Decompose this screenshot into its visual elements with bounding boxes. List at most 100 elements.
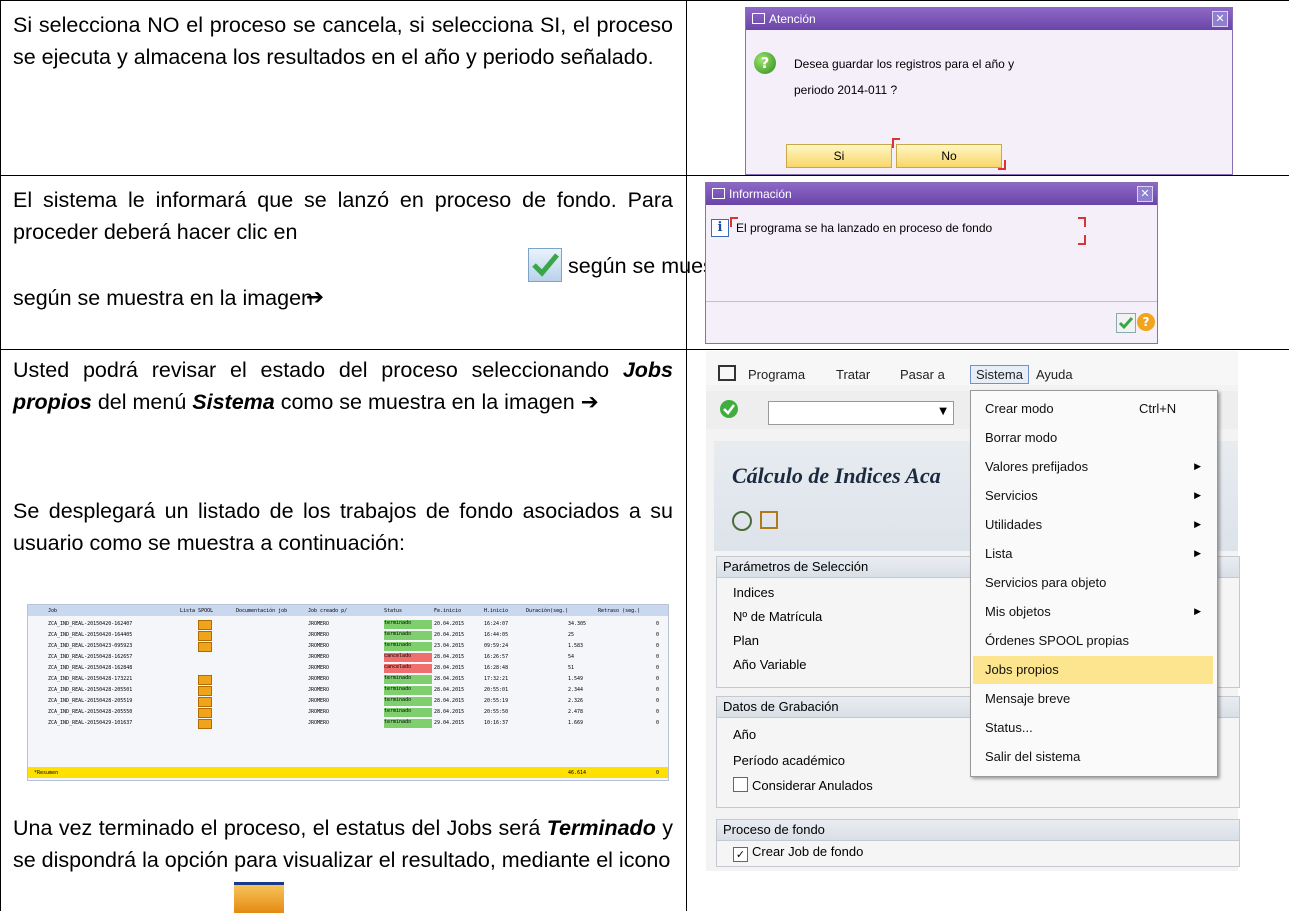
attention-title: Atención [769, 12, 816, 26]
menu-item[interactable]: Órdenes SPOOL propias [985, 633, 1129, 648]
cell-dur: 34.305 [568, 621, 587, 627]
cell-date: 28.04.2015 [434, 698, 465, 704]
spool-icon[interactable] [198, 631, 212, 641]
cell-time: 20:55:19 [484, 698, 509, 704]
cell-dur: 1.583 [568, 643, 584, 649]
spool-icon[interactable] [198, 642, 212, 652]
col-doc: Documentación job [236, 608, 288, 614]
row2-text-1: El sistema le informará que se lanzó en … [13, 188, 673, 244]
menu-item[interactable]: Borrar modo [985, 430, 1057, 445]
cell-dur: 2.478 [568, 709, 584, 715]
cell-delay: 0 [656, 676, 660, 682]
menu-item[interactable]: Servicios para objeto [985, 575, 1106, 590]
selection-marker [1078, 235, 1086, 245]
menu-ayuda[interactable]: Ayuda [1036, 367, 1073, 382]
cell-date: 23.04.2015 [434, 643, 465, 649]
checkbox-anulados[interactable]: Considerar Anulados [733, 777, 873, 793]
summary-label: *Resumen [34, 770, 59, 776]
chevron-down-icon[interactable]: ▼ [939, 406, 947, 417]
checkbox-crear-job[interactable]: ✓ Crear Job de fondo [733, 844, 863, 862]
summary-total: 46.614 [568, 770, 587, 776]
page-title: Cálculo de Indices Aca [732, 463, 941, 488]
window-menu-icon[interactable] [718, 365, 736, 381]
chevron-right-icon: ▶ [1194, 462, 1201, 472]
status-badge: terminado [384, 708, 432, 717]
attention-message-1: Desea guardar los registros para el año … [794, 57, 1015, 71]
cell-delay: 0 [656, 654, 660, 660]
menu-item[interactable]: Mensaje breve [985, 691, 1070, 706]
menu-item[interactable]: Valores prefijados [985, 459, 1088, 474]
yes-button[interactable]: Si [786, 144, 892, 168]
cell-user: JROMERO [308, 676, 330, 682]
cell-user: JROMERO [308, 698, 330, 704]
menu-item[interactable]: Mis objetos [985, 604, 1051, 619]
spool-icon[interactable] [198, 697, 212, 707]
table-row[interactable]: ZCA_IND_REAL-20150428-162657 JROMERO 28.04… [28, 653, 668, 662]
cell-time: 16:28:48 [484, 665, 509, 671]
question-icon: ? [754, 52, 776, 74]
spool-icon[interactable] [198, 620, 212, 630]
menu-item[interactable]: Salir del sistema [985, 749, 1080, 764]
field-ano-variable: Año Variable [733, 657, 807, 672]
cell-job: ZCA_IND_REAL-20150423-095923 [48, 643, 133, 649]
menu-item[interactable]: Utilidades [985, 517, 1042, 532]
cell-job: ZCA_IND_REAL-20150420-162407 [48, 621, 133, 627]
table-row[interactable]: ZCA_IND_REAL-20150420-164405 JROMERO 20.04… [28, 631, 668, 641]
cell-time: 16:24:07 [484, 621, 509, 627]
cell-date: 20.04.2015 [434, 621, 465, 627]
cell-date: 29.04.2015 [434, 720, 465, 726]
checkbox[interactable] [733, 777, 748, 792]
table-row[interactable]: ZCA_IND_REAL-20150429-101637 JROMERO 29.04… [28, 719, 668, 729]
menu-item[interactable]: Status... [985, 720, 1033, 735]
right-arrow-icon: ➔ [306, 285, 325, 310]
cell-user: JROMERO [308, 654, 330, 660]
cell-time: 17:32:21 [484, 676, 509, 682]
checkbox[interactable]: ✓ [733, 847, 748, 862]
menu-item[interactable]: Servicios [985, 488, 1038, 503]
cell-dur: 2.326 [568, 698, 584, 704]
table-row[interactable]: ZCA_IND_REAL-20150423-095923 JROMERO 23.04… [28, 642, 668, 652]
variant-icon[interactable] [760, 511, 778, 529]
status-badge: cancelado [384, 653, 432, 662]
info-title: Información [729, 187, 792, 201]
menu-item[interactable]: Jobs propios [985, 662, 1059, 677]
cell-delay: 0 [656, 621, 660, 627]
menu-pasar-a[interactable]: Pasar a [900, 367, 945, 382]
row1-text: Si selecciona NO el proceso se cancela, … [13, 13, 673, 69]
menu-programa[interactable]: Programa [748, 367, 805, 382]
table-row[interactable]: ZCA_IND_REAL-20150428-205519 JROMERO 28.04… [28, 697, 668, 707]
table-row[interactable]: ZCA_IND_REAL-20150428-162848 JROMERO 28.04… [28, 664, 668, 673]
table-row[interactable]: ZCA_IND_REAL-20150428-173221 JROMERO 28.04… [28, 675, 668, 685]
cell-dur: 1.549 [568, 676, 584, 682]
cell-time: 20:55:01 [484, 687, 509, 693]
cell-job: ZCA_IND_REAL-20150420-164405 [48, 632, 133, 638]
spool-icon[interactable] [198, 686, 212, 696]
jobs-table: Job Lista SPOOL Documentación job Job cr… [27, 604, 669, 781]
menu-item[interactable]: Crear modo [985, 401, 1054, 416]
menu-tratar[interactable]: Tratar [836, 367, 870, 382]
menu-sistema[interactable]: Sistema [970, 365, 1029, 384]
execute-icon[interactable] [732, 511, 752, 531]
table-row[interactable]: ZCA_IND_REAL-20150420-162407 JROMERO 20.04… [28, 620, 668, 630]
menu-bar: Programa Tratar Pasar a Sistema Ayuda [706, 351, 1238, 385]
cell-date: 28.04.2015 [434, 687, 465, 693]
info-icon: i [711, 219, 729, 237]
menu-item[interactable]: Lista [985, 546, 1012, 561]
close-icon[interactable]: ✕ [1212, 11, 1228, 27]
col-job: Job [48, 608, 58, 614]
close-icon[interactable]: ✕ [1137, 186, 1153, 202]
no-button[interactable]: No [896, 144, 1002, 168]
spool-icon[interactable] [198, 675, 212, 685]
table-row[interactable]: ZCA_IND_REAL-20150428-205501 JROMERO 28.04… [28, 686, 668, 696]
command-field[interactable]: ▼ [768, 401, 954, 425]
spool-icon[interactable] [198, 719, 212, 729]
ok-check-icon[interactable] [1116, 313, 1136, 333]
cell-time: 16:44:05 [484, 632, 509, 638]
spool-icon[interactable] [198, 708, 212, 718]
table-row[interactable]: ZCA_IND_REAL-20150428-205550 JROMERO 28.04… [28, 708, 668, 718]
summary-row: *Resumen 46.614 0 [28, 767, 668, 778]
enter-check-icon[interactable] [720, 400, 738, 418]
info-footer [706, 301, 1157, 302]
cell-user: JROMERO [308, 643, 330, 649]
help-icon[interactable]: ? [1137, 313, 1155, 331]
